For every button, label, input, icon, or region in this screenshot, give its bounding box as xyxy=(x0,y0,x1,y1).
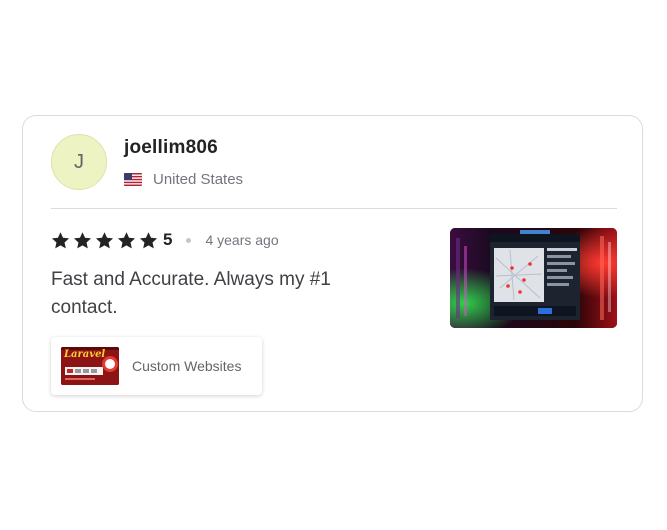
gig-link[interactable]: Laravel Custom Websites xyxy=(51,337,262,395)
rating-row: 5 4 years ago xyxy=(51,229,279,251)
reviewer-username[interactable]: joellim806 xyxy=(124,137,218,159)
star-icon xyxy=(95,231,114,248)
divider xyxy=(51,208,617,209)
review-text: Fast and Accurate. Always my #1 contact. xyxy=(51,269,331,318)
star-rating xyxy=(51,231,161,250)
star-icon xyxy=(73,231,92,248)
gig-thumbnail-text: Laravel xyxy=(64,349,106,360)
avatar[interactable]: J xyxy=(51,134,107,190)
gig-label: Custom Websites xyxy=(132,358,242,374)
avatar-initial: J xyxy=(74,150,84,173)
portfolio-image[interactable] xyxy=(450,228,617,328)
us-flag-icon xyxy=(124,173,142,186)
reviewer-country: United States xyxy=(124,171,243,188)
star-icon xyxy=(139,231,158,248)
review-card: J joellim806 United States 5 4 years ago… xyxy=(22,115,643,412)
star-icon xyxy=(117,231,136,248)
gig-thumbnail: Laravel xyxy=(61,347,119,385)
separator-dot xyxy=(186,237,192,243)
rating-value: 5 xyxy=(163,230,173,249)
country-name: United States xyxy=(153,171,244,188)
star-icon xyxy=(51,231,70,248)
review-time: 4 years ago xyxy=(205,232,279,248)
